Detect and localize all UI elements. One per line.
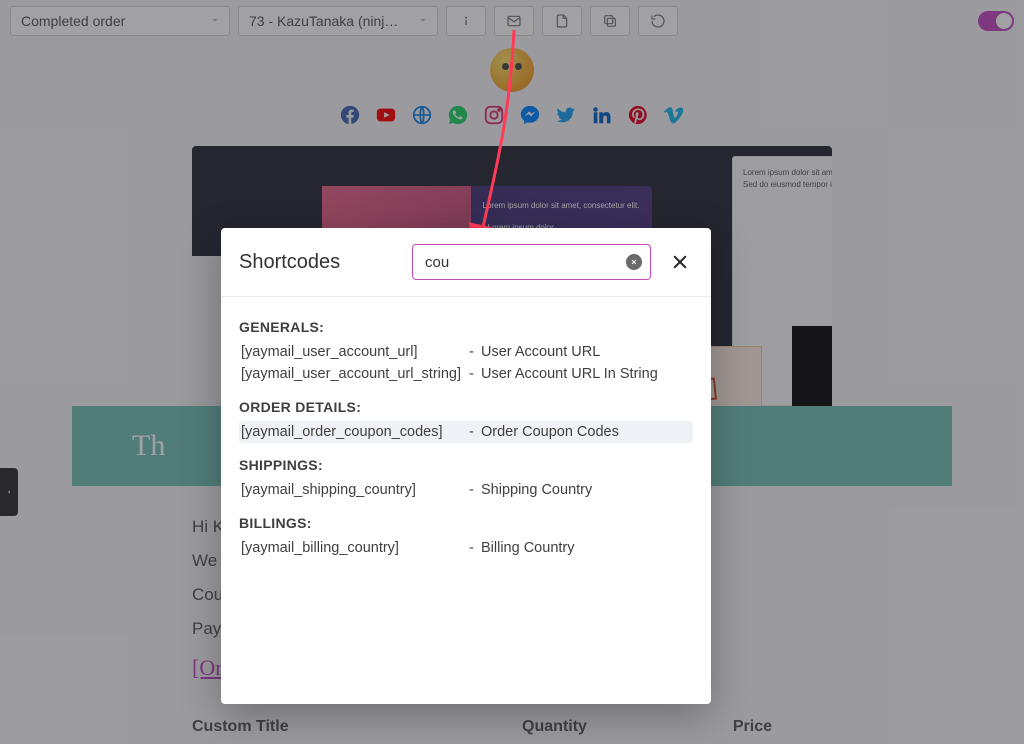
shortcode-row[interactable]: [yaymail_user_account_url_string] - User…	[239, 363, 693, 385]
group-order-details: ORDER DETAILS: [yaymail_order_coupon_cod…	[239, 399, 693, 443]
shortcode-row[interactable]: [yaymail_billing_country] - Billing Coun…	[239, 537, 693, 559]
shortcodes-search-input[interactable]	[423, 253, 626, 272]
shortcode-code: [yaymail_billing_country]	[241, 540, 469, 556]
shortcode-code: [yaymail_shipping_country]	[241, 482, 469, 498]
shortcode-row[interactable]: [yaymail_user_account_url] - User Accoun…	[239, 341, 693, 363]
shortcodes-list: GENERALS: [yaymail_user_account_url] - U…	[221, 297, 711, 575]
shortcode-desc: Shipping Country	[481, 482, 691, 498]
shortcode-desc: Billing Country	[481, 540, 691, 556]
shortcodes-modal: Shortcodes GENERALS: [yaymail_user_accou…	[221, 228, 711, 704]
shortcode-code: [yaymail_order_coupon_codes]	[241, 424, 469, 440]
shortcode-desc: User Account URL	[481, 344, 691, 360]
shortcodes-search[interactable]	[412, 244, 651, 280]
group-heading: GENERALS:	[239, 319, 693, 335]
group-generals: GENERALS: [yaymail_user_account_url] - U…	[239, 319, 693, 385]
group-shippings: SHIPPINGS: [yaymail_shipping_country] - …	[239, 457, 693, 501]
shortcode-row[interactable]: [yaymail_order_coupon_codes] - Order Cou…	[239, 421, 693, 443]
modal-title: Shortcodes	[239, 251, 340, 274]
group-billings: BILLINGS: [yaymail_billing_country] - Bi…	[239, 515, 693, 559]
group-heading: BILLINGS:	[239, 515, 693, 531]
shortcode-code: [yaymail_user_account_url_string]	[241, 366, 469, 382]
shortcode-code: [yaymail_user_account_url]	[241, 344, 469, 360]
clear-search-icon[interactable]	[626, 254, 642, 270]
shortcode-desc: User Account URL In String	[481, 366, 691, 382]
group-heading: ORDER DETAILS:	[239, 399, 693, 415]
close-modal-button[interactable]	[667, 249, 693, 275]
group-heading: SHIPPINGS:	[239, 457, 693, 473]
shortcode-desc: Order Coupon Codes	[481, 424, 691, 440]
shortcode-row[interactable]: [yaymail_shipping_country] - Shipping Co…	[239, 479, 693, 501]
